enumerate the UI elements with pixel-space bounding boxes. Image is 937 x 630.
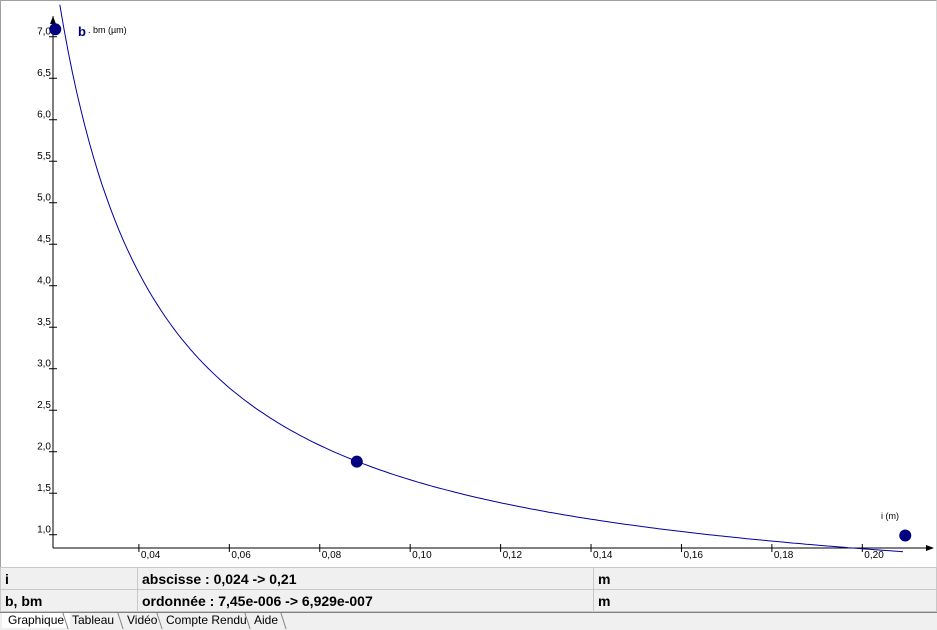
- table-row[interactable]: i abscisse : 0,024 -> 0,21 m: [0, 567, 937, 590]
- y-tick-label: 3,0: [37, 359, 51, 370]
- x-tick-label: 0,10: [412, 550, 432, 561]
- y-tick-label: 1,5: [37, 483, 51, 494]
- range-cell: ordonnée : 7,45e-006 -> 6,929e-007: [137, 589, 594, 612]
- data-point[interactable]: [350, 455, 363, 468]
- tab-graphique[interactable]: Graphique: [2, 613, 71, 628]
- data-point[interactable]: [49, 23, 62, 36]
- axis-info-table: i abscisse : 0,024 -> 0,21 m b, bm ordon…: [0, 567, 937, 612]
- unit-cell: m: [593, 567, 937, 590]
- x-tick-label: 0,20: [864, 550, 884, 561]
- y-axis-label-unit: . bm (µm): [88, 25, 127, 35]
- tab-compte-rendu[interactable]: Compte Rendu: [160, 613, 253, 628]
- tab-strip: Graphique Tableau Vidéo Compte Rendu Aid…: [0, 612, 937, 630]
- x-tick-label: 0,04: [141, 550, 161, 561]
- y-tick-label: 6,0: [37, 110, 51, 121]
- x-tick-label: 0,12: [503, 550, 523, 561]
- tab-aide[interactable]: Aide: [248, 613, 284, 628]
- data-point[interactable]: [899, 529, 912, 542]
- x-tick-label: 0,06: [231, 550, 251, 561]
- x-tick-label: 0,08: [322, 550, 342, 561]
- y-tick-label: 6,5: [37, 68, 51, 79]
- table-row[interactable]: b, bm ordonnée : 7,45e-006 -> 6,929e-007…: [0, 589, 937, 612]
- unit-cell: m: [593, 589, 937, 612]
- y-tick-label: 5,5: [37, 151, 51, 162]
- y-tick-label: 3,5: [37, 317, 51, 328]
- x-tick-label: 0,18: [774, 550, 794, 561]
- y-tick-label: 4,5: [37, 234, 51, 245]
- tab-tableau[interactable]: Tableau: [66, 613, 120, 628]
- x-tick-label: 0,16: [683, 550, 703, 561]
- chart[interactable]: 1,0 1,5 2,0 2,5 3,0 3,5 4,0 4,5 5,0 5,5 6,0 6,5 7,0 0…: [1, 1, 936, 567]
- variable-name-cell: i: [0, 567, 138, 590]
- y-tick-label: 5,0: [37, 193, 51, 204]
- range-cell: abscisse : 0,024 -> 0,21: [137, 567, 594, 590]
- graph-panel[interactable]: 1,0 1,5 2,0 2,5 3,0 3,5 4,0 4,5 5,0 5,5 6,0 6,5 7,0 0…: [0, 0, 937, 567]
- y-tick-label: 2,0: [37, 442, 51, 453]
- x-tick-label: 0,14: [593, 550, 613, 561]
- y-tick-label: 4,0: [37, 276, 51, 287]
- y-tick-label: 1,0: [37, 525, 51, 536]
- y-tick-label: 2,5: [37, 400, 51, 411]
- x-axis-arrow: [926, 545, 934, 551]
- y-axis-label: b: [78, 24, 86, 39]
- y-tick-label: 7,0: [37, 27, 51, 38]
- variable-name-cell: b, bm: [0, 589, 138, 612]
- fit-curve: [59, 4, 904, 553]
- x-axis-label: i (m): [881, 511, 899, 521]
- y-axis-arrow: [50, 16, 56, 24]
